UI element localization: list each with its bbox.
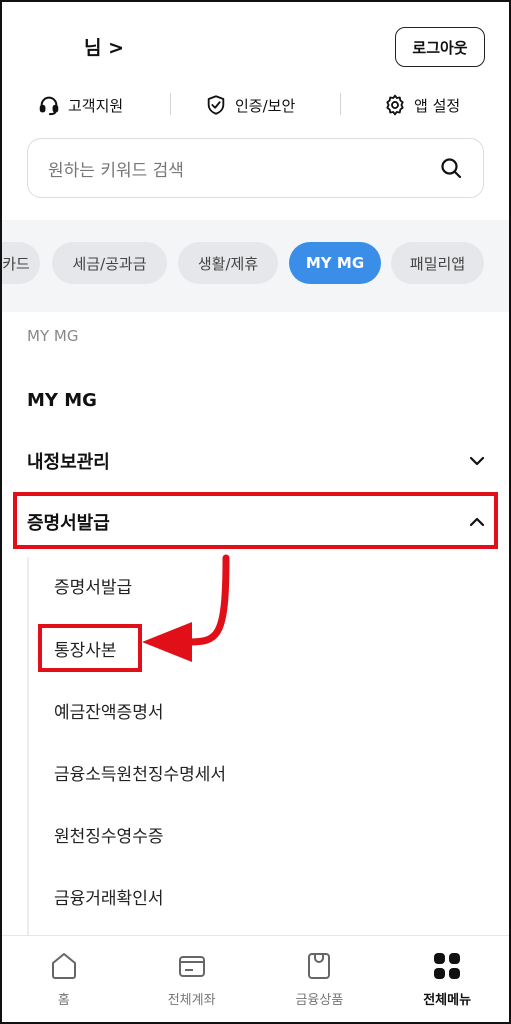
chip-family-app[interactable]: 패밀리앱	[391, 242, 484, 284]
app-settings-link[interactable]: 앱 설정	[384, 90, 460, 120]
gear-icon	[386, 94, 404, 116]
nav-all-accounts[interactable]: 전체계좌	[128, 936, 256, 1024]
search-bar[interactable]: 원하는 키워드 검색	[27, 138, 484, 198]
chip-life[interactable]: 생활/제휴	[178, 242, 278, 284]
wallet-icon	[178, 956, 205, 977]
submenu-item[interactable]: 예금잔액증명서	[54, 696, 163, 724]
chip-my-mg[interactable]: MY MG	[289, 242, 381, 284]
headset-icon	[39, 96, 59, 116]
annotation-arrow	[142, 554, 230, 662]
user-profile-link[interactable]: 님 >	[84, 33, 124, 60]
section-title: MY MG	[27, 327, 79, 345]
app-settings-label: 앱 설정	[414, 96, 461, 115]
submenu-item[interactable]: 원천징수영수증	[54, 820, 163, 848]
chevron-down-icon	[469, 456, 485, 466]
customer-support-link[interactable]: 고객지원	[38, 90, 123, 120]
nav-financial-products[interactable]: 금융상품	[256, 936, 384, 1024]
submenu-item[interactable]: 금융거래확인서	[54, 882, 163, 910]
chip-card[interactable]: 카드	[0, 242, 40, 284]
submenu-guide-line	[27, 557, 29, 937]
highlight-box	[38, 624, 142, 672]
submenu-item[interactable]: 증명서발급	[54, 571, 132, 599]
menu-item-my-mg[interactable]: MY MG	[27, 385, 487, 415]
divider	[170, 93, 171, 115]
search-icon[interactable]	[439, 156, 463, 180]
submenu-item[interactable]: 금융소득원천징수명세서	[54, 758, 226, 786]
header: 님 > 로그아웃 고객지원 인증/보안 앱 설정 원하는 키워드 검색	[0, 0, 511, 220]
customer-support-label: 고객지원	[68, 96, 124, 115]
shopping-bag-icon	[308, 953, 331, 979]
category-chips: 카드 세금/공과금 생활/제휴 MY MG 패밀리앱	[0, 220, 511, 312]
auth-security-link[interactable]: 인증/보안	[205, 90, 295, 120]
divider	[340, 93, 341, 115]
home-icon	[51, 953, 76, 979]
grid-menu-icon	[434, 953, 461, 979]
search-input[interactable]: 원하는 키워드 검색	[48, 156, 439, 181]
username-label: 님 >	[84, 37, 125, 59]
bottom-navigation: 홈 전체계좌 금융상품 전체메뉴	[0, 935, 511, 1024]
chip-tax[interactable]: 세금/공과금	[52, 242, 167, 284]
nav-home[interactable]: 홈	[0, 936, 128, 1024]
auth-security-label: 인증/보안	[235, 96, 296, 115]
nav-all-menu[interactable]: 전체메뉴	[383, 936, 511, 1024]
logout-button[interactable]: 로그아웃	[395, 27, 485, 67]
shield-check-icon	[207, 95, 225, 115]
highlight-box	[13, 492, 498, 549]
menu-item-my-info[interactable]: 내정보관리	[27, 446, 487, 476]
